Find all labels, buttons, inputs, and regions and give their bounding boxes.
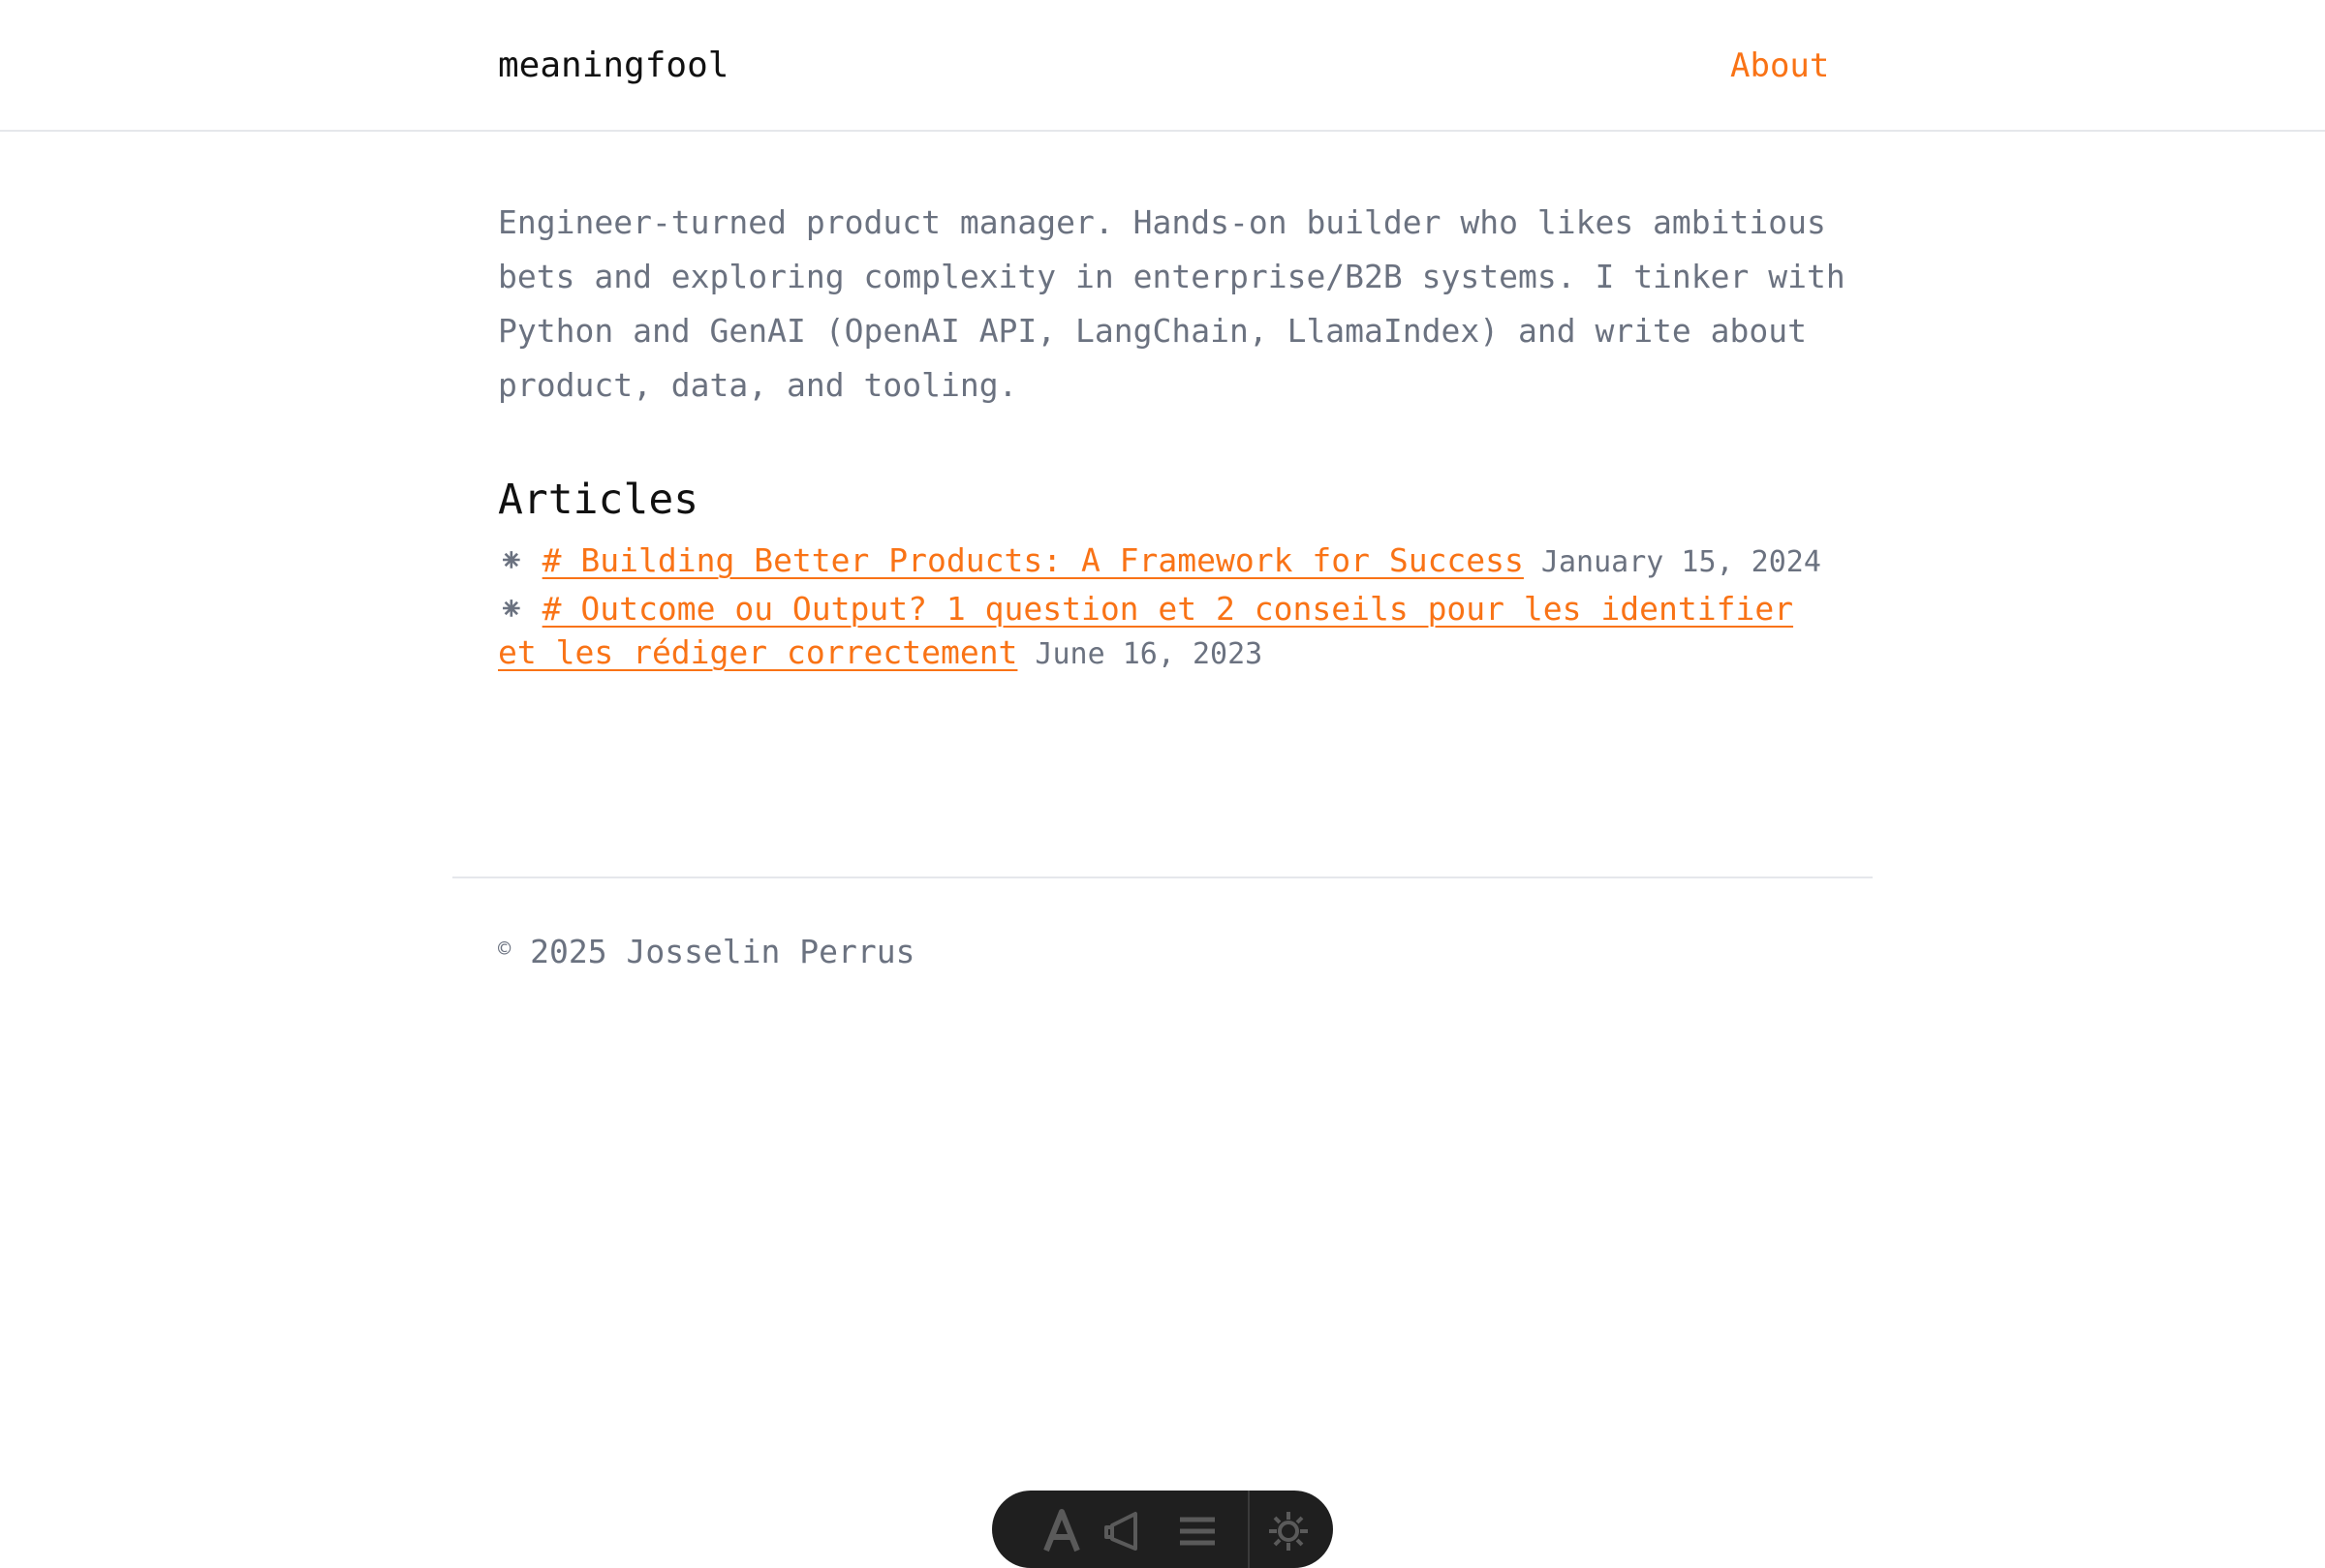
bottom-toolbar [992, 1491, 1333, 1568]
footer: © 2025 Josselin Perrus [498, 928, 914, 976]
article-item: ⁕ # Outcome ou Output? 1 question et 2 co… [498, 587, 1831, 676]
nav-about-link[interactable]: About [1730, 43, 1829, 89]
article-date: January 15, 2024 [1540, 545, 1821, 579]
site-title[interactable]: meaningfool [498, 43, 728, 89]
article-item: ⁕ # Building Better Products: A Framework… [498, 538, 1831, 584]
copyright-symbol: © [498, 938, 512, 962]
site-header: meaningfool About [0, 0, 2325, 132]
bullet-icon: ⁕ [498, 541, 525, 579]
footer-divider [452, 876, 1873, 878]
articles-heading: Articles [498, 476, 699, 524]
article-date: June 16, 2023 [1035, 637, 1263, 671]
bullet-icon: ⁕ [498, 590, 525, 628]
menu-icon[interactable] [1168, 1500, 1226, 1558]
footer-text: 2025 Josselin Perrus [530, 933, 915, 970]
article-link[interactable]: # Building Better Products: A Framework … [542, 541, 1524, 579]
megaphone-icon[interactable] [1099, 1500, 1157, 1558]
text-icon[interactable] [1033, 1500, 1091, 1558]
bio-paragraph: Engineer-turned product manager. Hands-o… [498, 203, 1845, 404]
articles-list: ⁕ # Building Better Products: A Framework… [498, 538, 1831, 679]
toolbar-separator [1248, 1491, 1250, 1568]
gear-icon[interactable] [1259, 1500, 1318, 1558]
